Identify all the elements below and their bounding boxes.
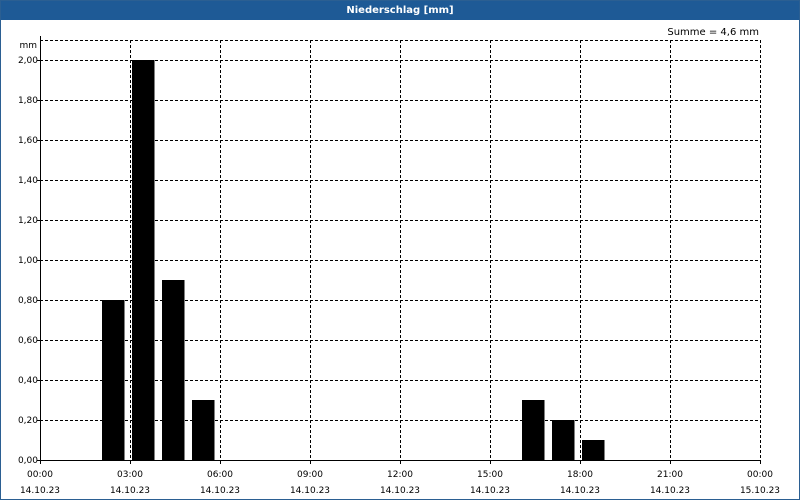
bar <box>582 440 605 460</box>
x-tick-date-label: 14.10.23 <box>110 486 150 496</box>
y-tick-label: 1,80 <box>18 96 38 106</box>
bar <box>132 60 155 460</box>
y-tick-label: 1,00 <box>18 256 38 266</box>
x-tick-date-label: 14.10.23 <box>650 486 690 496</box>
chart-window: Niederschlag [mm] Summe = 4,6 mm mm 0,00 0… <box>0 0 800 500</box>
x-tick-time-label: 00:00 <box>27 470 53 480</box>
x-tick-date-label: 15.10.23 <box>740 486 780 496</box>
y-tick-label: 1,20 <box>18 216 38 226</box>
x-tick-time-label: 09:00 <box>297 470 323 480</box>
y-tick-label: 2,00 <box>18 56 38 66</box>
x-tick-date-label: 14.10.23 <box>560 486 600 496</box>
bar <box>162 280 185 460</box>
y-tick-label: 0,60 <box>18 336 38 346</box>
bar <box>522 400 545 460</box>
x-tick-date-label: 14.10.23 <box>20 486 60 496</box>
bar <box>552 420 575 460</box>
x-tick-time-label: 12:00 <box>387 470 413 480</box>
precipitation-chart: mm 0,00 0,20 0,40 0,60 0,80 1,00 1,20 1,40 1,60 1,… <box>18 36 780 496</box>
x-tick-date-label: 14.10.23 <box>470 486 510 496</box>
y-tick-label: 0,20 <box>18 416 38 426</box>
x-tick-time-label: 18:00 <box>567 470 593 480</box>
bar <box>192 400 215 460</box>
x-tick-date-label: 14.10.23 <box>380 486 420 496</box>
x-tick-time-label: 21:00 <box>657 470 683 480</box>
y-tick-label: 0,80 <box>18 296 38 306</box>
x-tick-time-label: 06:00 <box>207 470 233 480</box>
x-tick-time-label: 15:00 <box>477 470 503 480</box>
y-tick-label: 1,60 <box>18 136 38 146</box>
y-tick-label: 0,40 <box>18 376 38 386</box>
bar <box>102 300 125 460</box>
x-tick-date-label: 14.10.23 <box>200 486 240 496</box>
x-tick-time-label: 03:00 <box>117 470 143 480</box>
x-tick-date-label: 14.10.23 <box>290 486 330 496</box>
y-tick-label: 0,00 <box>18 456 38 466</box>
y-axis-title: mm <box>19 41 37 51</box>
y-tick-label: 1,40 <box>18 176 38 186</box>
x-tick-time-label: 00:00 <box>747 470 773 480</box>
